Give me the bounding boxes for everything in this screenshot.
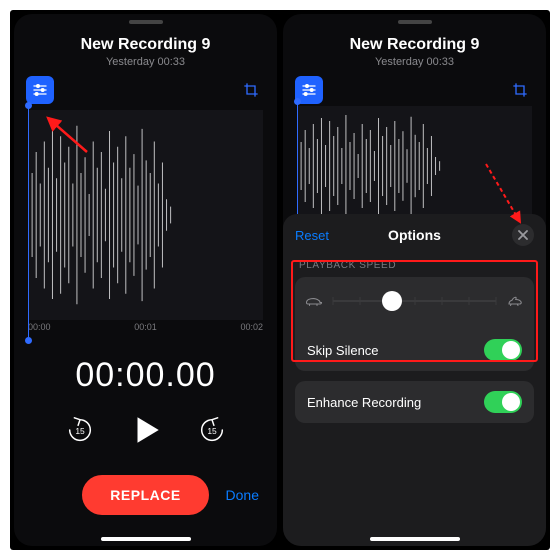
tick: 00:01 bbox=[134, 322, 157, 332]
reset-button[interactable]: Reset bbox=[295, 228, 329, 243]
skip-forward-15-icon: 15 bbox=[197, 415, 227, 445]
playhead[interactable] bbox=[28, 106, 29, 340]
enhance-toggle[interactable] bbox=[484, 391, 522, 413]
edit-toolbar bbox=[14, 68, 277, 104]
enhance-label: Enhance Recording bbox=[307, 395, 421, 410]
trim-button[interactable] bbox=[506, 76, 534, 104]
skip-back-button[interactable]: 15 bbox=[65, 415, 95, 445]
skip-back-15-icon: 15 bbox=[65, 415, 95, 445]
playback-controls: 15 15 bbox=[14, 413, 277, 447]
play-icon bbox=[129, 413, 163, 447]
crop-icon bbox=[243, 82, 259, 98]
phone-left: New Recording 9 Yesterday 00:33 bbox=[14, 14, 277, 546]
tick: 00:00 bbox=[28, 322, 51, 332]
play-button[interactable] bbox=[129, 413, 163, 447]
enhance-card: Enhance Recording bbox=[295, 381, 534, 423]
done-button[interactable]: Done bbox=[226, 487, 259, 503]
options-icon bbox=[301, 82, 317, 98]
tick: 00:02 bbox=[240, 322, 263, 332]
crop-icon bbox=[512, 82, 528, 98]
annotation-arrow-right bbox=[480, 160, 530, 235]
options-sheet: Reset Options PLAYBACK SPEED bbox=[283, 214, 546, 546]
replace-button[interactable]: REPLACE bbox=[82, 475, 208, 515]
time-ticks: 00:00 00:01 00:02 bbox=[28, 322, 263, 332]
speed-card: Skip Silence bbox=[295, 277, 534, 371]
edit-toolbar bbox=[283, 68, 546, 104]
skip-silence-label: Skip Silence bbox=[307, 343, 379, 358]
annotation-arrow-left bbox=[42, 114, 92, 159]
skip-silence-toggle[interactable] bbox=[484, 339, 522, 361]
options-title: Options bbox=[388, 227, 441, 243]
recording-subtitle: Yesterday 00:33 bbox=[14, 56, 277, 68]
home-indicator[interactable] bbox=[370, 537, 460, 541]
elapsed-time: 00:00.00 bbox=[14, 356, 277, 395]
comparison-stage: New Recording 9 Yesterday 00:33 bbox=[10, 10, 550, 550]
recording-title: New Recording 9 bbox=[283, 36, 546, 54]
sheet-grabber[interactable] bbox=[129, 20, 163, 24]
phone-right: New Recording 9 Yesterday 00:33 bbox=[283, 14, 546, 546]
rabbit-icon bbox=[506, 294, 524, 308]
svg-text:15: 15 bbox=[207, 426, 217, 436]
skip-forward-button[interactable]: 15 bbox=[197, 415, 227, 445]
sheet-grabber[interactable] bbox=[398, 20, 432, 24]
trim-button[interactable] bbox=[237, 76, 265, 104]
recording-title: New Recording 9 bbox=[14, 36, 277, 54]
options-icon bbox=[32, 82, 48, 98]
speed-slider-knob[interactable] bbox=[382, 291, 402, 311]
speed-slider[interactable] bbox=[333, 291, 496, 311]
recording-subtitle: Yesterday 00:33 bbox=[283, 56, 546, 68]
section-label-speed: PLAYBACK SPEED bbox=[299, 260, 530, 271]
svg-text:15: 15 bbox=[75, 426, 85, 436]
bottom-bar: REPLACE Done bbox=[14, 475, 277, 515]
playback-options-button[interactable] bbox=[26, 76, 54, 104]
home-indicator[interactable] bbox=[101, 537, 191, 541]
turtle-icon bbox=[305, 294, 323, 308]
